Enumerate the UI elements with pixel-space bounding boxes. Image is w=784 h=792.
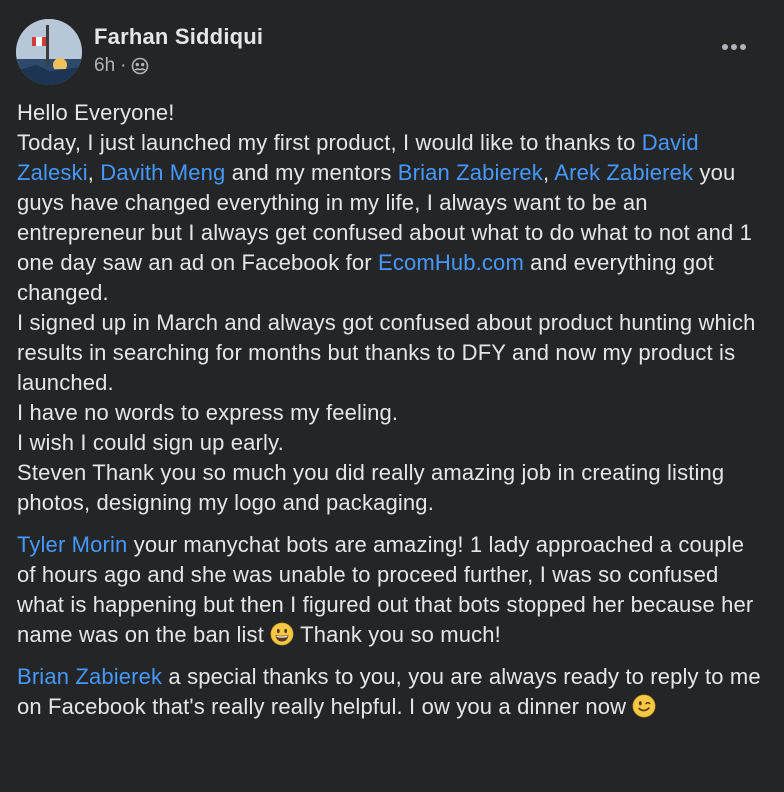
post-text: ,	[87, 160, 101, 185]
mention-link[interactable]: Arek Zabierek	[554, 160, 693, 185]
grinning-face-emoji	[270, 622, 294, 646]
post-text: and my mentors	[225, 160, 398, 185]
post-body: Hello Everyone! Today, I just launched m…	[17, 98, 767, 722]
author-avatar[interactable]	[16, 19, 82, 85]
friends-icon[interactable]	[131, 57, 149, 75]
post-text: Thank you so much!	[294, 622, 501, 647]
author-name[interactable]: Farhan Siddiqui	[94, 24, 263, 50]
post-text: and everything got changed. I signed up …	[17, 250, 756, 515]
meta-separator: ·	[120, 55, 127, 76]
mention-link[interactable]: Tyler Morin	[17, 532, 127, 557]
mention-link[interactable]: Davith Meng	[100, 160, 225, 185]
mention-link[interactable]: Brian Zabierek	[398, 160, 543, 185]
post-text: ,	[542, 160, 555, 185]
post-meta: 6h ·	[94, 55, 149, 77]
post-timestamp[interactable]: 6h	[94, 55, 115, 77]
post-paragraph: Brian Zabierek a special thanks to you, …	[17, 662, 767, 722]
more-options-icon[interactable]	[720, 37, 748, 57]
post-paragraph: Hello Everyone! Today, I just launched m…	[17, 98, 767, 518]
mention-link[interactable]: Brian Zabierek	[17, 664, 162, 689]
avatar-photo	[16, 19, 82, 85]
post-card: Farhan Siddiqui 6h · Hello Everyone! Tod	[0, 0, 784, 792]
winking-face-emoji	[632, 694, 656, 718]
post-text: Hello Everyone! Today, I just launched m…	[17, 100, 636, 155]
url-link[interactable]: EcomHub.com	[378, 250, 524, 275]
post-paragraph: Tyler Morin your manychat bots are amazi…	[17, 530, 767, 650]
post-header: Farhan Siddiqui 6h ·	[16, 17, 764, 87]
